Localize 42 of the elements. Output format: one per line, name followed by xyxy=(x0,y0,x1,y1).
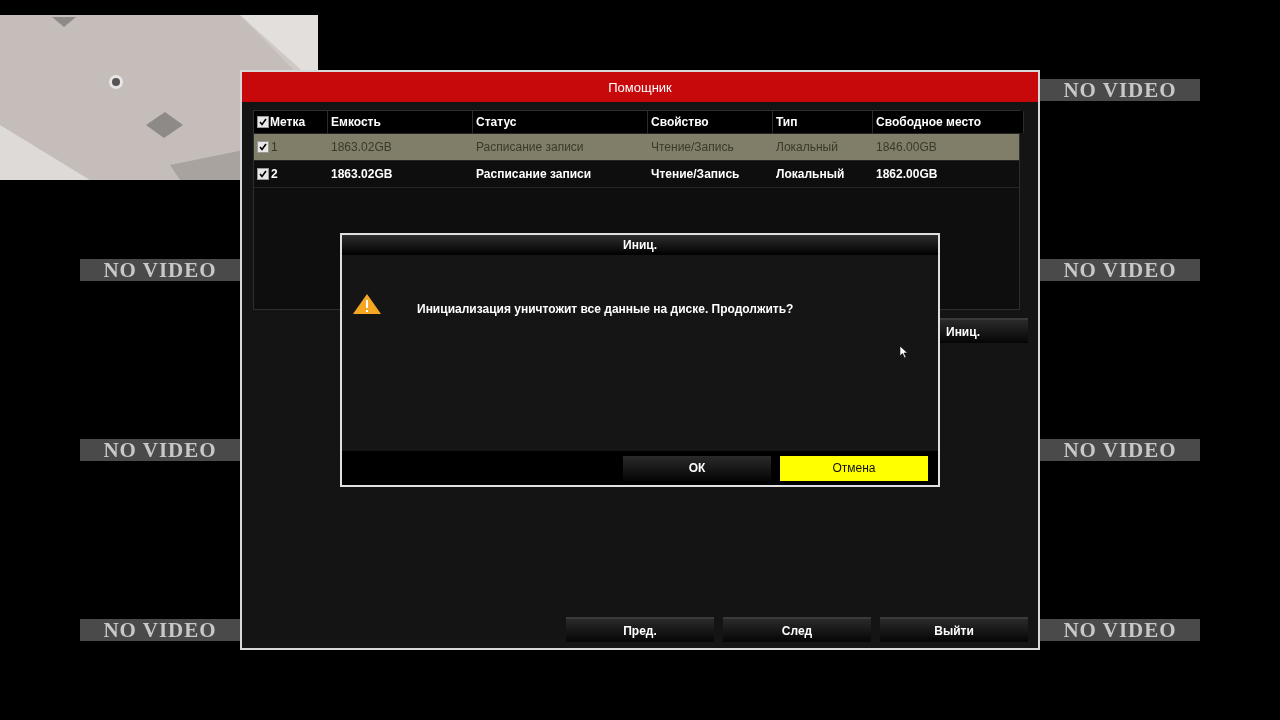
check-icon xyxy=(259,118,267,126)
no-video-label: NO VIDEO xyxy=(1040,619,1200,641)
dialog-button[interactable]: ОК xyxy=(623,455,771,481)
dialog-title: Помощник xyxy=(242,72,1038,102)
dialog-title: Иниц. xyxy=(342,235,938,255)
column-header: Метка xyxy=(254,111,328,133)
column-header: Емкость xyxy=(328,111,473,133)
table-cell: Чтение/Запись xyxy=(651,140,734,154)
nav-button[interactable]: След xyxy=(723,617,871,642)
cursor-icon xyxy=(900,346,908,358)
table-cell: Локальный xyxy=(776,140,838,154)
no-video-label: NO VIDEO xyxy=(80,259,240,281)
no-video-label: NO VIDEO xyxy=(1040,259,1200,281)
table-cell: 1 xyxy=(271,140,278,154)
checkbox[interactable] xyxy=(257,141,269,153)
warning-icon xyxy=(352,293,382,315)
table-cell: 1862.00GB xyxy=(876,167,938,181)
column-header: Свободное место xyxy=(873,111,1024,133)
dialog-button[interactable]: Отмена xyxy=(780,455,928,481)
table-cell: 1863.02GB xyxy=(331,167,393,181)
checkbox[interactable] xyxy=(257,116,269,128)
no-video-label: NO VIDEO xyxy=(80,619,240,641)
no-video-label: NO VIDEO xyxy=(1040,439,1200,461)
table-cell: 2 xyxy=(271,167,278,181)
table-cell: 1846.00GB xyxy=(876,140,937,154)
no-video-label: NO VIDEO xyxy=(80,439,240,461)
column-header: Статус xyxy=(473,111,648,133)
warning-message: Инициализация уничтожит все данные на диске. Продолжить? xyxy=(417,302,794,316)
table-row[interactable]: 2 1863.02GB Расписание записи Чтение/Запись Локальный 1862.00GB xyxy=(254,161,1019,188)
table-cell: Расписание записи xyxy=(476,167,592,181)
column-header: Свойство xyxy=(648,111,773,133)
table-cell: Локальный xyxy=(776,167,845,181)
table-cell: Расписание записи xyxy=(476,140,584,154)
nav-button[interactable]: Пред. xyxy=(566,617,714,642)
check-icon xyxy=(259,170,267,178)
table-cell: Чтение/Запись xyxy=(651,167,740,181)
checkbox[interactable] xyxy=(257,168,269,180)
check-icon xyxy=(259,143,267,151)
no-video-label: NO VIDEO xyxy=(1040,79,1200,101)
table-cell: 1863.02GB xyxy=(331,140,392,154)
column-header: Тип xyxy=(773,111,873,133)
nav-button[interactable]: Выйти xyxy=(880,617,1028,642)
